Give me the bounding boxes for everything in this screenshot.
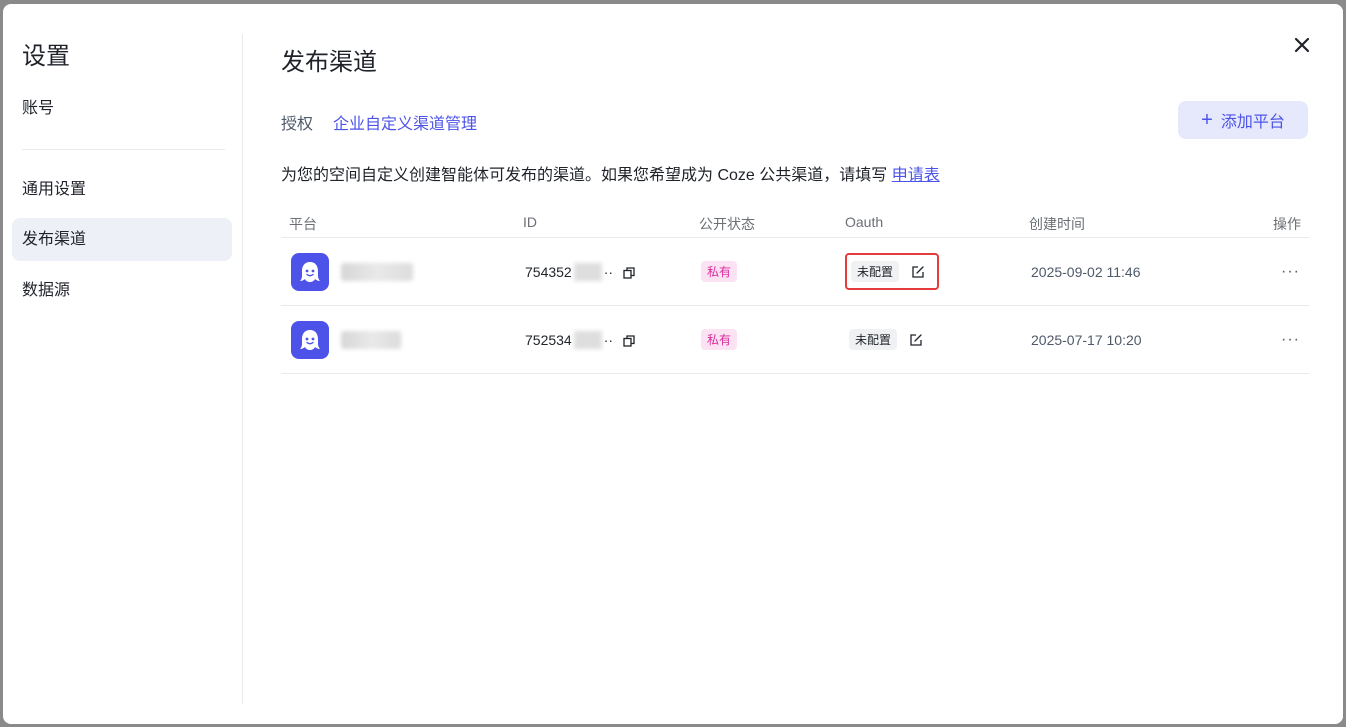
settings-modal: 设置 账号 通用设置 发布渠道 数据源 发布渠道 授权 企业自定义渠道管理 + … (3, 4, 1343, 724)
page-title: 发布渠道 (281, 49, 377, 76)
created-time: 2025-07-17 10:20 (1031, 331, 1142, 348)
page-description: 为您的空间自定义创建智能体可发布的渠道。如果您希望成为 Coze 公共渠道，请填… (281, 161, 940, 185)
id-redacted (573, 330, 602, 349)
add-platform-button[interactable]: + 添加平台 (1178, 101, 1308, 139)
oauth-status-badge: 未配置 (851, 261, 900, 282)
id-prefix: 752534 (525, 331, 572, 348)
table-row: 754352 ·· 私有 未配置 2025-09-02 11:46 ··· (281, 238, 1309, 306)
platform-name-redacted (341, 262, 413, 281)
id-cell: 752534 ·· (525, 306, 635, 373)
sidebar-title: 设置 (22, 43, 70, 70)
application-form-link[interactable]: 申请表 (892, 167, 940, 184)
oauth-box: 未配置 (845, 326, 927, 353)
tab-bar: 授权 企业自定义渠道管理 (281, 110, 477, 134)
sidebar-item-data-source[interactable]: 数据源 (12, 269, 232, 312)
coze-bot-avatar-icon (291, 320, 329, 359)
coze-bot-avatar-icon (291, 252, 329, 291)
more-actions-icon[interactable]: ··· (1281, 331, 1300, 349)
header-actions: 操作 (1273, 216, 1301, 232)
header-id: ID (523, 214, 537, 230)
id-ellipsis: ·· (603, 331, 614, 348)
status-cell: 私有 (701, 238, 738, 305)
oauth-highlight-box: 未配置 (845, 253, 940, 290)
tab-enterprise-channel-management[interactable]: 企业自定义渠道管理 (333, 110, 477, 134)
header-platform: 平台 (289, 216, 317, 232)
sidebar-item-publish-channels[interactable]: 发布渠道 (12, 218, 232, 261)
status-cell: 私有 (701, 306, 738, 373)
id-cell: 754352 ·· (525, 238, 635, 305)
private-status-badge: 私有 (701, 329, 738, 350)
table-row: 752534 ·· 私有 未配置 2025-07-17 10:20 ··· (281, 306, 1309, 374)
more-actions-icon[interactable]: ··· (1281, 263, 1300, 281)
channels-table: 平台 ID 公开状态 Oauth 创建时间 操作 754352 ·· 私有 未配… (281, 211, 1309, 374)
close-icon[interactable] (1291, 36, 1313, 58)
created-time: 2025-09-02 11:46 (1031, 263, 1141, 280)
actions-cell: ··· (1281, 238, 1300, 305)
add-platform-label: 添加平台 (1220, 114, 1285, 131)
id-redacted (573, 262, 602, 281)
oauth-cell: 未配置 (845, 238, 940, 305)
description-text: 为您的空间自定义创建智能体可发布的渠道。如果您希望成为 Coze 公共渠道，请填… (281, 167, 892, 184)
platform-cell (291, 306, 401, 373)
plus-icon: + (1201, 109, 1213, 131)
edit-icon[interactable] (909, 333, 923, 347)
platform-name-redacted (341, 330, 401, 349)
oauth-cell: 未配置 (845, 306, 927, 373)
sidebar-vertical-divider (242, 34, 243, 704)
created-cell: 2025-07-17 10:20 (1031, 306, 1142, 373)
sidebar-item-account[interactable]: 账号 (12, 87, 232, 130)
tab-authorization[interactable]: 授权 (281, 110, 313, 134)
copy-icon[interactable] (623, 334, 635, 347)
actions-cell: ··· (1281, 306, 1300, 373)
header-public-status: 公开状态 (699, 216, 755, 232)
sidebar-divider (22, 149, 225, 150)
oauth-status-badge: 未配置 (849, 329, 898, 350)
sidebar-item-general[interactable]: 通用设置 (12, 168, 232, 211)
id-prefix: 754352 (525, 263, 572, 280)
settings-sidebar: 设置 账号 通用设置 发布渠道 数据源 (3, 4, 242, 724)
edit-icon[interactable] (911, 265, 925, 279)
header-oauth: Oauth (845, 214, 884, 230)
table-header: 平台 ID 公开状态 Oauth 创建时间 操作 (281, 211, 1309, 238)
header-created-time: 创建时间 (1029, 216, 1085, 232)
copy-icon[interactable] (623, 266, 635, 279)
platform-cell (291, 238, 413, 305)
created-cell: 2025-09-02 11:46 (1031, 238, 1141, 305)
private-status-badge: 私有 (701, 261, 738, 282)
main-panel: 发布渠道 授权 企业自定义渠道管理 + 添加平台 为您的空间自定义创建智能体可发… (281, 4, 1311, 724)
id-ellipsis: ·· (603, 263, 614, 280)
